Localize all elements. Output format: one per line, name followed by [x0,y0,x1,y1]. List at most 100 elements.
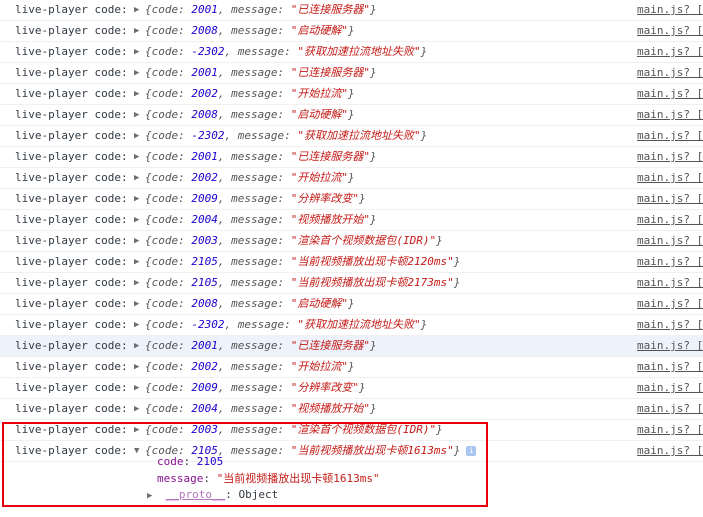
source-link[interactable]: main.js? [ [637,231,703,251]
expand-arrow-icon[interactable]: ▶ [134,84,139,104]
console-message[interactable]: live-player code: ▶ {code: 2105, message: … [0,252,703,273]
expand-arrow-icon[interactable]: ▶ [134,21,139,41]
source-link[interactable]: main.js? [ [637,441,703,461]
expand-arrow-icon[interactable]: ▶ [134,378,139,398]
object-preview[interactable]: {code: 2008, message: "启动硬解"} [145,105,355,125]
console-message[interactable]: live-player code: ▶ {code: 2001, message: … [0,336,703,357]
console-message[interactable]: live-player code: ▶ {code: 2004, message: … [0,399,703,420]
source-link[interactable]: main.js? [ [637,210,703,230]
expand-arrow-icon[interactable]: ▶ [134,273,139,293]
console-message[interactable]: live-player code: ▼ {code: 2105, message: … [0,441,703,462]
expand-arrow-icon[interactable]: ▶ [134,168,139,188]
console-message[interactable]: live-player code: ▶ {code: 2003, message: … [0,231,703,252]
console-message[interactable]: live-player code: ▶ {code: 2001, message: … [0,63,703,84]
console-message[interactable]: live-player code: ▶ {code: -2302, message:… [0,42,703,63]
source-link[interactable]: main.js? [ [637,168,703,188]
source-link[interactable]: main.js? [ [637,273,703,293]
code-value: -2302 [191,318,225,331]
object-preview[interactable]: {code: 2105, message: "当前视频播放出现卡顿2173ms"… [145,273,460,293]
expand-arrow-icon[interactable]: ▶ [134,210,139,230]
expand-arrow-icon[interactable]: ▶ [134,420,139,440]
code-value: 2001 [191,150,218,163]
expand-arrow-icon[interactable]: ▶ [134,126,139,146]
console-message[interactable]: live-player code: ▶ {code: -2302, message:… [0,315,703,336]
object-preview[interactable]: {code: -2302, message: "获取加速拉流地址失败"} [145,42,427,62]
object-preview[interactable]: {code: 2004, message: "视频播放开始"} [145,210,377,230]
expand-arrow-icon[interactable]: ▶ [134,105,139,125]
object-preview[interactable]: {code: 2002, message: "开始拉流"} [145,168,355,188]
code-value: 2009 [191,381,218,394]
expand-arrow-icon[interactable]: ▶ [134,315,139,335]
console-message[interactable]: live-player code: ▶ {code: 2004, message: … [0,210,703,231]
code-property: code: 2105 [157,455,224,468]
expand-arrow-icon[interactable]: ▶ [147,491,152,501]
console-message[interactable]: live-player code: ▶ {code: 2002, message: … [0,168,703,189]
console-message[interactable]: live-player code: ▶ {code: -2302, message:… [0,126,703,147]
message-prefix: live-player code: [15,192,128,205]
object-preview[interactable]: {code: 2001, message: "已连接服务器"} [145,147,377,167]
object-preview[interactable]: {code: 2001, message: "已连接服务器"} [145,0,377,20]
object-preview[interactable]: {code: 2009, message: "分辨率改变"} [145,378,366,398]
source-link[interactable]: main.js? [ [637,126,703,146]
object-preview[interactable]: {code: 2008, message: "启动硬解"} [145,21,355,41]
console-message[interactable]: live-player code: ▶ {code: 2008, message: … [0,294,703,315]
expand-arrow-icon[interactable]: ▶ [134,0,139,20]
source-link[interactable]: main.js? [ [637,336,703,356]
object-preview[interactable]: {code: 2009, message: "分辨率改变"} [145,189,366,209]
expand-arrow-icon[interactable]: ▶ [134,42,139,62]
object-preview[interactable]: {code: 2002, message: "开始拉流"} [145,84,355,104]
console-message[interactable]: live-player code: ▶ {code: 2003, message: … [0,420,703,441]
source-link[interactable]: main.js? [ [637,399,703,419]
object-preview[interactable]: {code: 2004, message: "视频播放开始"} [145,399,377,419]
expand-arrow-icon[interactable]: ▶ [134,336,139,356]
message-prefix: live-player code: [15,255,128,268]
source-link[interactable]: main.js? [ [637,252,703,272]
source-link[interactable]: main.js? [ [637,378,703,398]
console-message[interactable]: live-player code: ▶ {code: 2008, message: … [0,21,703,42]
object-preview[interactable]: {code: -2302, message: "获取加速拉流地址失败"} [145,315,427,335]
expanded-arrow-icon[interactable]: ▼ [134,441,139,461]
source-link[interactable]: main.js? [ [637,63,703,83]
expand-arrow-icon[interactable]: ▶ [134,147,139,167]
object-preview[interactable]: {code: 2001, message: "已连接服务器"} [145,63,377,83]
console-message[interactable]: live-player code: ▶ {code: 2008, message: … [0,105,703,126]
expand-arrow-icon[interactable]: ▶ [134,294,139,314]
object-preview[interactable]: {code: -2302, message: "获取加速拉流地址失败"} [145,126,427,146]
object-preview[interactable]: {code: 2003, message: "渲染首个视频数据包(IDR)"} [145,420,443,440]
expand-arrow-icon[interactable]: ▶ [134,399,139,419]
source-link[interactable]: main.js? [ [637,105,703,125]
source-link[interactable]: main.js? [ [637,21,703,41]
expand-arrow-icon[interactable]: ▶ [134,231,139,251]
object-preview[interactable]: {code: 2105, message: "当前视频播放出现卡顿2120ms"… [145,252,460,272]
console-message[interactable]: live-player code: ▶ {code: 2002, message: … [0,84,703,105]
proto-property[interactable]: ▶ __proto__: Object [147,487,278,504]
source-link[interactable]: main.js? [ [637,84,703,104]
console-message[interactable]: live-player code: ▶ {code: 2105, message: … [0,273,703,294]
console-message[interactable]: live-player code: ▶ {code: 2009, message: … [0,189,703,210]
source-link[interactable]: main.js? [ [637,420,703,440]
object-preview[interactable]: {code: 2001, message: "已连接服务器"} [145,336,377,356]
message-prefix: live-player code: [15,276,128,289]
expand-arrow-icon[interactable]: ▶ [134,357,139,377]
source-link[interactable]: main.js? [ [637,357,703,377]
console-message[interactable]: live-player code: ▶ {code: 2001, message: … [0,147,703,168]
info-icon[interactable]: i [466,446,477,456]
source-link[interactable]: main.js? [ [637,0,703,20]
source-link[interactable]: main.js? [ [637,189,703,209]
code-value: 2003 [191,423,218,436]
object-preview[interactable]: {code: 2003, message: "渲染首个视频数据包(IDR)"} [145,231,443,251]
source-link[interactable]: main.js? [ [637,42,703,62]
source-link[interactable]: main.js? [ [637,294,703,314]
message-prefix: live-player code: [15,360,128,373]
console-message[interactable]: live-player code: ▶ {code: 2009, message: … [0,378,703,399]
expand-arrow-icon[interactable]: ▶ [134,252,139,272]
expand-arrow-icon[interactable]: ▶ [134,63,139,83]
object-preview[interactable]: {code: 2008, message: "启动硬解"} [145,294,355,314]
console-message[interactable]: live-player code: ▶ {code: 2001, message: … [0,0,703,21]
console-message[interactable]: live-player code: ▶ {code: 2002, message: … [0,357,703,378]
object-preview[interactable]: {code: 2002, message: "开始拉流"} [145,357,355,377]
message-prefix: live-player code: [15,24,128,37]
expand-arrow-icon[interactable]: ▶ [134,189,139,209]
source-link[interactable]: main.js? [ [637,147,703,167]
source-link[interactable]: main.js? [ [637,315,703,335]
